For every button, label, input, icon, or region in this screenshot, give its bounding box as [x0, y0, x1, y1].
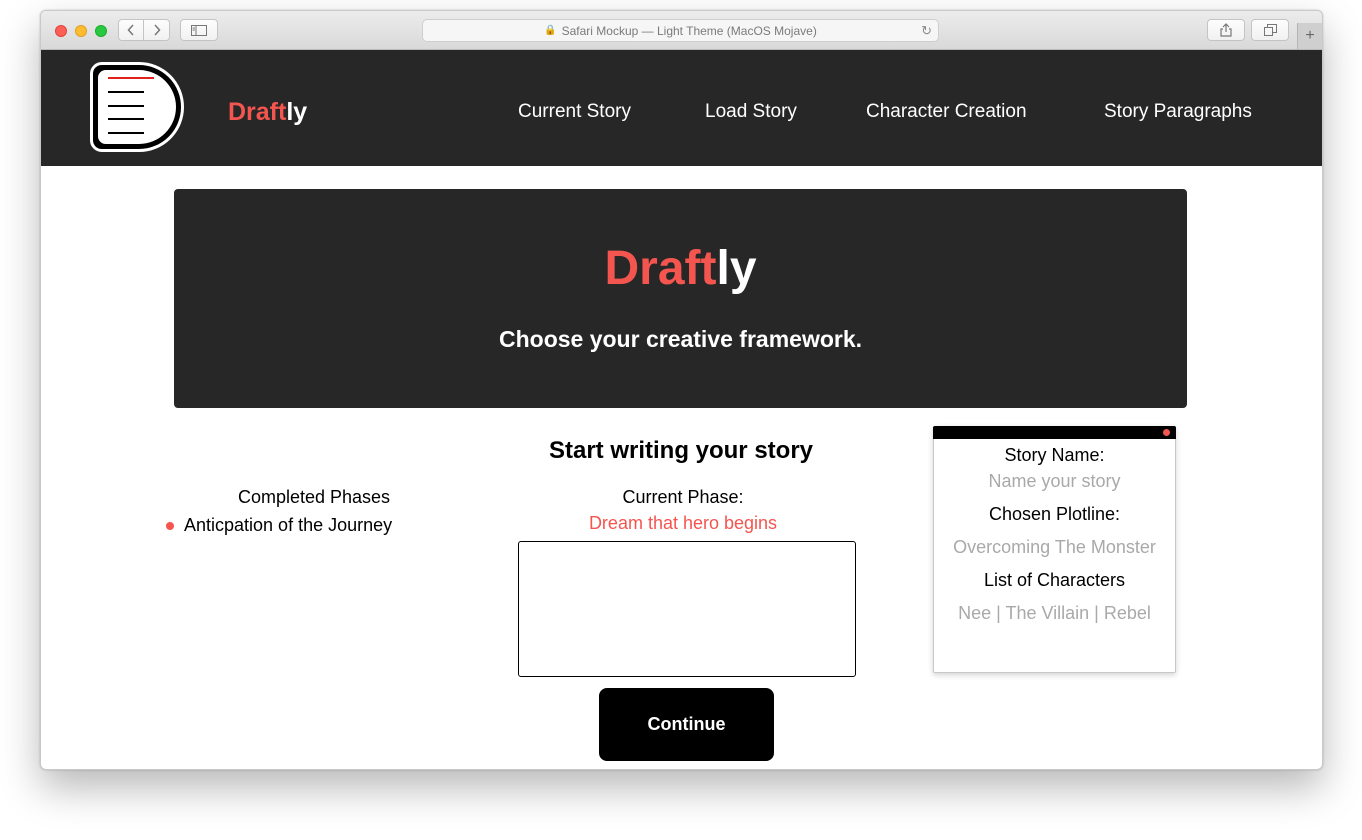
nav-story-paragraphs[interactable]: Story Paragraphs: [1104, 101, 1252, 123]
logo-line: [108, 118, 144, 120]
nav-character-creation[interactable]: Character Creation: [866, 101, 1027, 123]
lock-icon: 🔒: [544, 25, 557, 36]
story-text-input[interactable]: [518, 541, 856, 677]
sidebar-icon: [191, 24, 207, 36]
address-text: Safari Mockup — Light Theme (MacOS Mojav…: [561, 23, 817, 38]
plotline-value: Overcoming The Monster: [953, 537, 1156, 557]
chevron-right-icon: [153, 24, 161, 36]
logo-line: [108, 91, 144, 93]
brand-rest: ly: [286, 98, 308, 126]
logo-line-accent: [108, 77, 154, 79]
story-name-label: Story Name:: [1004, 445, 1105, 465]
bullet-icon: [166, 521, 174, 530]
story-summary-card: Story Name: Name your story Chosen Plotl…: [933, 426, 1176, 673]
logo-line: [108, 132, 144, 134]
new-tab-button[interactable]: +: [1297, 23, 1322, 49]
continue-button[interactable]: Continue: [599, 688, 774, 761]
share-button[interactable]: [1207, 19, 1245, 41]
card-header-bar: [933, 426, 1176, 439]
sidebar-toggle-button[interactable]: [180, 19, 218, 41]
draftly-logo-icon[interactable]: [90, 62, 184, 152]
logo-page: [98, 70, 176, 144]
brand-name[interactable]: Draftly: [228, 98, 307, 127]
chevron-left-icon: [127, 24, 134, 36]
browser-titlebar: 🔒 Safari Mockup — Light Theme (MacOS Moj…: [41, 11, 1322, 50]
completed-phase-item: Anticpation of the Journey: [166, 515, 392, 536]
tabs-overview-button[interactable]: [1251, 19, 1289, 41]
hero-title-accent: Draft: [604, 242, 717, 295]
forward-button[interactable]: [144, 19, 170, 41]
browser-window: 🔒 Safari Mockup — Light Theme (MacOS Moj…: [40, 10, 1323, 770]
hero-title: Draftly: [174, 241, 1187, 296]
close-window-button[interactable]: [55, 25, 67, 37]
minimize-window-button[interactable]: [75, 25, 87, 37]
hero-banner: Draftly Choose your creative framework.: [174, 189, 1187, 408]
characters-value: Nee | The Villain | Rebel: [958, 603, 1151, 623]
current-phase-value: Dream that hero begins: [588, 513, 778, 533]
plotline-label: Chosen Plotline:: [988, 504, 1121, 524]
characters-label: List of Characters: [983, 570, 1126, 590]
brand-accent: Draft: [228, 98, 287, 126]
site-header: Draftly Current Story Load Story Charact…: [41, 50, 1322, 166]
history-nav: [118, 19, 170, 41]
tabs-icon: [1263, 24, 1277, 36]
back-button[interactable]: [118, 19, 144, 41]
logo-line: [108, 105, 144, 107]
current-phase-label: Current Phase:: [622, 487, 744, 507]
story-name-value: Name your story: [988, 471, 1121, 491]
card-close-icon[interactable]: [1163, 429, 1170, 436]
hero-subtitle: Choose your creative framework.: [498, 326, 863, 352]
zoom-window-button[interactable]: [95, 25, 107, 37]
reload-icon[interactable]: ↻: [921, 23, 932, 39]
share-icon: [1220, 23, 1232, 37]
completed-phases-title: Completed Phases: [237, 487, 391, 507]
page-title: Start writing your story: [548, 437, 814, 464]
completed-phase-label: Anticpation of the Journey: [184, 515, 393, 535]
hero-title-rest: ly: [716, 242, 757, 295]
nav-load-story[interactable]: Load Story: [705, 101, 797, 123]
address-bar[interactable]: 🔒 Safari Mockup — Light Theme (MacOS Moj…: [422, 19, 939, 42]
nav-current-story[interactable]: Current Story: [518, 101, 631, 123]
